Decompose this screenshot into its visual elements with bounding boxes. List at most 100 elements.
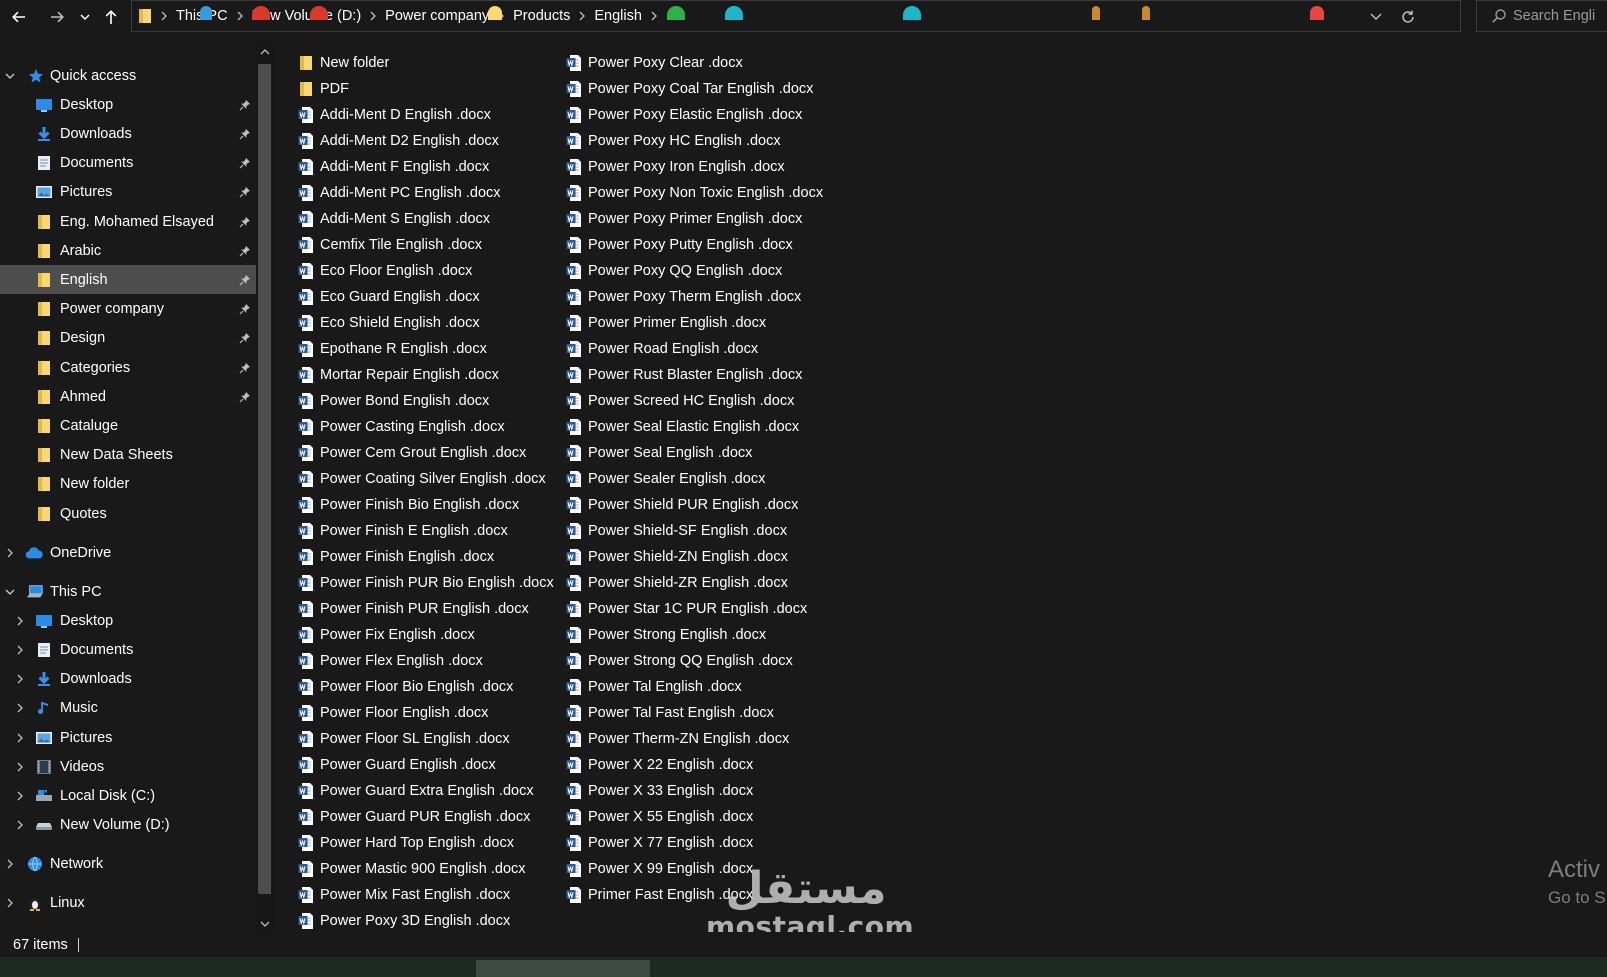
file-item[interactable]: Power Guard Extra English .docx: [298, 778, 534, 803]
nav-quick-access-power-company[interactable]: Power company: [0, 295, 256, 324]
chevron-right-icon[interactable]: [4, 858, 16, 870]
scroll-up-icon[interactable]: [256, 44, 273, 60]
taskbar-app-icon[interactable]: [1142, 6, 1150, 20]
chevron-right-icon[interactable]: [14, 732, 26, 744]
nav-quick-access-design[interactable]: Design: [0, 324, 256, 353]
file-item[interactable]: Power Fix English .docx: [298, 622, 475, 647]
file-item[interactable]: Eco Guard English .docx: [298, 284, 480, 309]
file-item[interactable]: Power Seal Elastic English .docx: [566, 414, 799, 439]
chevron-right-icon[interactable]: [14, 673, 26, 685]
nav-quick-access-documents[interactable]: Documents: [0, 149, 256, 178]
chevron-right-icon[interactable]: [14, 615, 26, 627]
file-item[interactable]: Power Casting English .docx: [298, 414, 505, 439]
file-item[interactable]: Power Shield-ZR English .docx: [566, 570, 788, 595]
taskbar-app-icon[interactable]: [1092, 6, 1100, 20]
file-item[interactable]: Power Hard Top English .docx: [298, 830, 514, 855]
file-item[interactable]: Power Poxy Coal Tar English .docx: [566, 76, 813, 101]
file-item[interactable]: Power Finish E English .docx: [298, 518, 508, 543]
file-item[interactable]: Addi-Ment D2 English .docx: [298, 128, 499, 153]
nav-this-pc-downloads[interactable]: Downloads: [0, 665, 256, 694]
scroll-down-icon[interactable]: [256, 916, 273, 932]
breadcrumb-separator-icon[interactable]: [158, 11, 170, 21]
file-item[interactable]: Power Sealer English .docx: [566, 466, 765, 491]
file-item[interactable]: Power Shield PUR English .docx: [566, 492, 798, 517]
file-item[interactable]: Power Floor SL English .docx: [298, 726, 510, 751]
file-item[interactable]: Power Poxy 3D English .docx: [298, 908, 510, 933]
nav-quick-access-ahmed[interactable]: Ahmed: [0, 382, 256, 411]
nav-network[interactable]: Network: [0, 850, 256, 879]
file-item[interactable]: Power Floor Bio English .docx: [298, 674, 513, 699]
nav-quick-access-new-data-sheets[interactable]: New Data Sheets: [0, 441, 256, 470]
address-history-button[interactable]: [1364, 1, 1388, 33]
nav-this-pc[interactable]: This PC: [0, 577, 256, 606]
file-item[interactable]: Addi-Ment S English .docx: [298, 206, 490, 231]
nav-quick-access-eng-mohamed-elsayed[interactable]: Eng. Mohamed Elsayed: [0, 207, 256, 236]
file-item[interactable]: Power Poxy Therm English .docx: [566, 284, 801, 309]
back-button[interactable]: [7, 0, 31, 34]
file-item[interactable]: Power Rust Blaster English .docx: [566, 362, 802, 387]
file-item[interactable]: Power Primer English .docx: [566, 310, 766, 335]
folder-item[interactable]: New folder: [298, 50, 389, 75]
nav-quick-access-new-folder[interactable]: New folder: [0, 470, 256, 499]
chevron-right-icon[interactable]: [14, 644, 26, 656]
file-item[interactable]: Power Tal Fast English .docx: [566, 700, 774, 725]
search-box[interactable]: Search Engli: [1476, 0, 1607, 32]
nav-this-pc-documents[interactable]: Documents: [0, 635, 256, 664]
file-item[interactable]: Power Cem Grout English .docx: [298, 440, 526, 465]
file-item[interactable]: Power X 33 English .docx: [566, 778, 753, 803]
file-item[interactable]: Power Bond English .docx: [298, 388, 489, 413]
file-item[interactable]: Power Poxy Primer English .docx: [566, 206, 802, 231]
breadcrumb-separator-icon[interactable]: [234, 11, 246, 21]
file-item[interactable]: Power Mastic 900 English .docx: [298, 856, 526, 881]
file-item[interactable]: Power Strong QQ English .docx: [566, 648, 793, 673]
file-item[interactable]: Power Finish English .docx: [298, 544, 494, 569]
scrollbar-thumb[interactable]: [258, 64, 271, 894]
taskbar[interactable]: [0, 957, 1607, 977]
up-button[interactable]: [99, 0, 123, 34]
chevron-right-icon[interactable]: [4, 547, 16, 559]
nav-quick-access[interactable]: Quick access: [0, 61, 256, 90]
taskbar-app-icon[interactable]: [200, 6, 212, 20]
file-list[interactable]: New folder PDF Addi-Ment D English .docx Ad…: [298, 50, 1498, 930]
breadcrumb-products[interactable]: Products: [507, 8, 576, 24]
file-item[interactable]: Power Poxy Non Toxic English .docx: [566, 180, 823, 205]
nav-this-pc-local-disk-c[interactable]: Local Disk (C:): [0, 781, 256, 810]
file-item[interactable]: Power Screed HC English .docx: [566, 388, 794, 413]
nav-quick-access-downloads[interactable]: Downloads: [0, 119, 256, 148]
navigation-scrollbar[interactable]: [256, 44, 273, 932]
chevron-down-icon[interactable]: [4, 586, 16, 598]
file-item[interactable]: Power X 99 English .docx: [566, 856, 753, 881]
nav-quick-access-cataluge[interactable]: Cataluge: [0, 411, 256, 440]
file-item[interactable]: Power Coating Silver English .docx: [298, 466, 546, 491]
nav-onedrive[interactable]: OneDrive: [0, 538, 256, 567]
file-item[interactable]: Mortar Repair English .docx: [298, 362, 499, 387]
file-item[interactable]: Power Guard PUR English .docx: [298, 804, 530, 829]
taskbar-app-icon[interactable]: [903, 6, 921, 20]
file-item[interactable]: Power Shield-ZN English .docx: [566, 544, 788, 569]
file-item[interactable]: Power Guard English .docx: [298, 752, 496, 777]
file-item[interactable]: Power Poxy Elastic English .docx: [566, 102, 802, 127]
nav-quick-access-pictures[interactable]: Pictures: [0, 178, 256, 207]
file-item[interactable]: Addi-Ment F English .docx: [298, 154, 489, 179]
recent-locations-button[interactable]: [74, 0, 96, 34]
file-item[interactable]: Power Shield-SF English .docx: [566, 518, 787, 543]
address-bar[interactable]: This PC New Volume (D:) Power company Pr…: [131, 0, 1461, 32]
breadcrumb-separator-icon[interactable]: [648, 11, 660, 21]
chevron-right-icon[interactable]: [14, 819, 26, 831]
navigation-pane[interactable]: Quick access Desktop Downloads Documents Pic…: [0, 44, 256, 932]
chevron-down-icon[interactable]: [4, 70, 16, 82]
file-item[interactable]: Power Seal English .docx: [566, 440, 752, 465]
file-item[interactable]: Power X 55 English .docx: [566, 804, 753, 829]
file-item[interactable]: Power Poxy HC English .docx: [566, 128, 781, 153]
file-item[interactable]: Power Poxy QQ English .docx: [566, 258, 782, 283]
breadcrumb-power-company[interactable]: Power company: [379, 8, 495, 24]
file-item[interactable]: Power Poxy Iron English .docx: [566, 154, 785, 179]
file-item[interactable]: Power Therm-ZN English .docx: [566, 726, 789, 751]
file-item[interactable]: Power Tal English .docx: [566, 674, 742, 699]
chevron-right-icon[interactable]: [14, 761, 26, 773]
forward-button[interactable]: [45, 0, 69, 34]
refresh-button[interactable]: [1393, 1, 1422, 33]
file-item[interactable]: Power Mix Fast English .docx: [298, 882, 510, 907]
file-item[interactable]: Epothane R English .docx: [298, 336, 487, 361]
file-item[interactable]: Power Poxy Clear .docx: [566, 50, 743, 75]
